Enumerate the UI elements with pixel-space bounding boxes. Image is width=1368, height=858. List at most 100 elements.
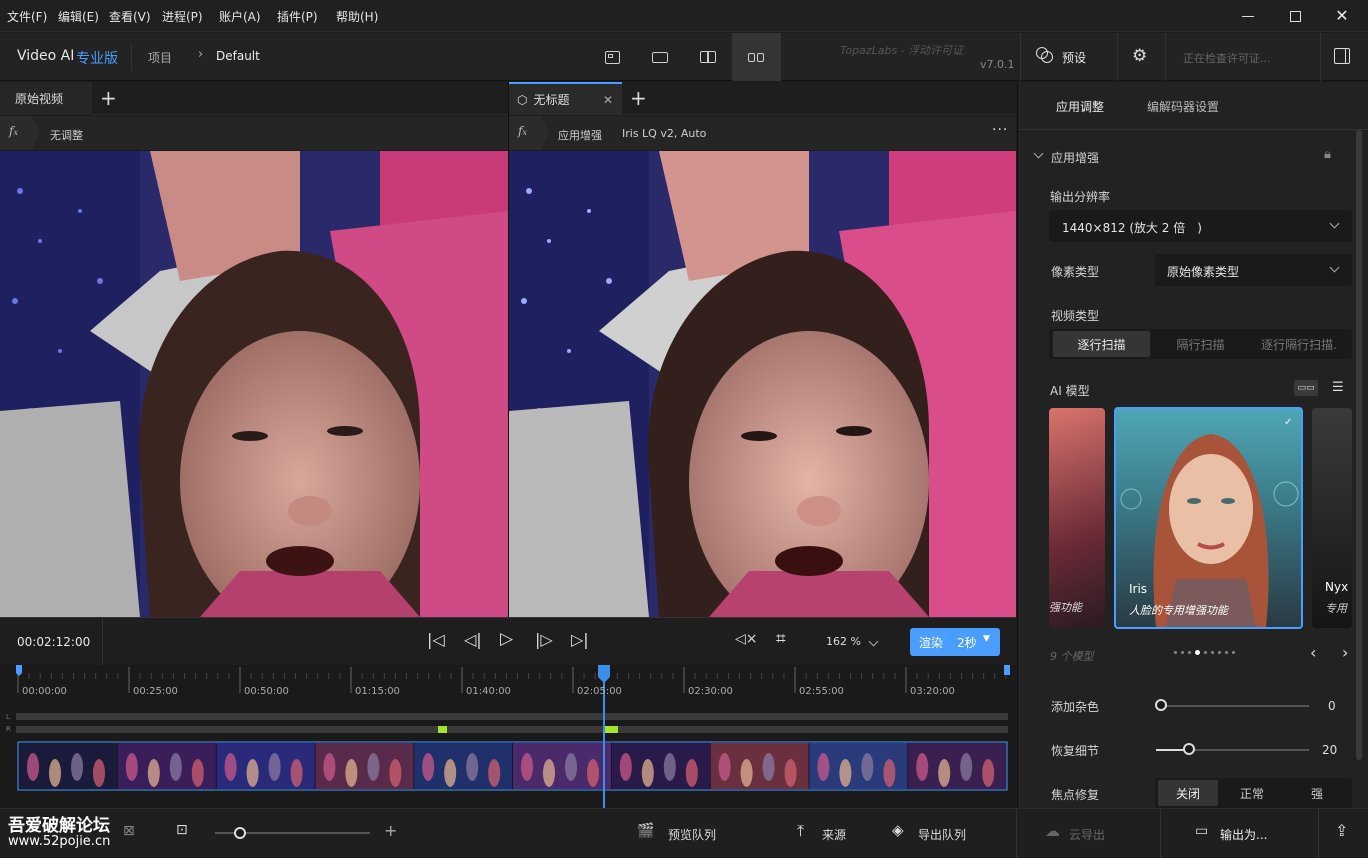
carousel-prev-icon[interactable]: ‹ xyxy=(1310,643,1316,662)
render-button[interactable]: 渲染 2秒 ▼ xyxy=(910,628,1000,656)
tab-codec-settings[interactable]: 编解码器设置 xyxy=(1147,98,1219,115)
section-collapse-icon[interactable] xyxy=(1033,148,1044,159)
next-frame-icon[interactable]: |▷ xyxy=(535,630,553,649)
prev-frame-icon[interactable]: ◁| xyxy=(464,630,482,649)
render-dropdown-icon[interactable]: ▼ xyxy=(983,634,990,644)
skip-start-icon[interactable]: |◁ xyxy=(427,630,445,649)
zoom-chevron-icon[interactable] xyxy=(868,636,879,647)
zoom-slider-knob[interactable] xyxy=(234,827,246,839)
view-side-by-side-icon[interactable] xyxy=(732,33,780,81)
source-upload-icon[interactable]: ⤒ xyxy=(797,821,804,841)
thumbnail-figure xyxy=(839,759,852,787)
thumbnail-figure xyxy=(71,753,83,781)
share-icon[interactable]: ⇪ xyxy=(1335,821,1348,840)
export-queue-button[interactable]: 导出队列 xyxy=(918,826,966,843)
focus-strong[interactable]: 强 xyxy=(1286,780,1348,806)
toggle-panel-icon[interactable] xyxy=(1334,48,1350,64)
tab-untitled[interactable]: ⬡ 无标题 ✕ xyxy=(509,82,622,115)
menu-account[interactable]: 账户(A) xyxy=(219,8,261,25)
tab-close-icon[interactable]: ✕ xyxy=(603,93,613,107)
menu-process[interactable]: 进程(P) xyxy=(162,8,203,25)
channel-l: L xyxy=(6,713,10,721)
thumbnail-figure xyxy=(861,753,874,781)
carousel-dots[interactable] xyxy=(1174,650,1235,655)
add-tab-right-icon[interactable]: + xyxy=(630,88,647,108)
model-card-nyx[interactable]: Nyx 专用 xyxy=(1312,408,1352,628)
menu-file[interactable]: 文件(F) xyxy=(7,8,47,25)
breadcrumb-default: Default xyxy=(216,49,260,63)
play-icon[interactable]: ▷ xyxy=(500,629,513,649)
timeline[interactable]: L R 00:00:00 00:25:00 00:50:00 01:15:00 01:4… xyxy=(0,665,1016,808)
recover-detail-label: 恢复细节 xyxy=(1051,744,1100,758)
tab-apply-adjust[interactable]: 应用调整 xyxy=(1056,98,1104,115)
minimize-icon[interactable] xyxy=(1238,6,1258,26)
tab-original-video[interactable]: 原始视频 xyxy=(0,82,92,115)
view-full-icon[interactable] xyxy=(636,33,684,81)
model-iris-name: Iris xyxy=(1129,582,1148,596)
thumbnail-figure xyxy=(345,759,358,787)
timecode: 00:02:12:00 xyxy=(17,635,91,649)
settings-gear-icon[interactable]: ⚙ xyxy=(1132,46,1147,66)
close-icon[interactable]: ✕ xyxy=(1332,6,1352,26)
view-single-icon[interactable] xyxy=(588,33,636,81)
model-card-iris[interactable]: ✓ Iris 人脸的专用增强功能 xyxy=(1114,407,1303,629)
thumbnail-figure xyxy=(27,753,39,781)
menu-view[interactable]: 查看(V) xyxy=(109,8,151,25)
timeline-tick-label: 00:25:00 xyxy=(133,686,178,697)
source-button[interactable]: 来源 xyxy=(822,826,846,843)
original-video-frame xyxy=(0,151,508,617)
cloud-export-button[interactable]: 云导出 xyxy=(1069,826,1105,843)
output-res-select[interactable]: 1440×812 (放大 2 倍 ) xyxy=(1049,210,1352,242)
lock-icon[interactable]: 🔒︎ xyxy=(1324,147,1331,162)
video-type-progressive-interlaced[interactable]: 逐行隔行扫描. xyxy=(1249,331,1349,357)
grid-view-icon[interactable]: ▭▭ xyxy=(1294,380,1318,396)
folder-export-icon[interactable]: ▭ xyxy=(1195,823,1208,839)
maximize-icon[interactable] xyxy=(1285,6,1305,26)
export-queue-icon[interactable]: ◈ xyxy=(892,821,904,839)
zoom-fit-icon[interactable]: ⊡ xyxy=(176,822,188,838)
preview-queue-icon[interactable]: 🎬 xyxy=(637,823,654,839)
recover-detail-knob[interactable] xyxy=(1183,743,1195,755)
mute-icon[interactable]: ◁× xyxy=(735,631,758,647)
focus-fix-segment: 关闭 正常 强 xyxy=(1155,778,1352,808)
remove-icon[interactable]: ⊠ xyxy=(123,823,135,839)
pixel-type-select[interactable]: 原始像素类型 xyxy=(1155,254,1352,286)
video-type-interlaced[interactable]: 隔行扫描 xyxy=(1152,331,1249,357)
thumbnail-figure xyxy=(389,759,402,787)
breadcrumb-project[interactable]: 项目 xyxy=(148,49,172,66)
preview-queue-button[interactable]: 预览队列 xyxy=(668,826,716,843)
forum-url: www.52pojie.cn xyxy=(8,834,111,849)
thumbnail-figure xyxy=(49,759,61,787)
crop-icon[interactable]: ⌗ xyxy=(776,629,786,649)
add-tab-icon[interactable]: + xyxy=(100,88,117,108)
render-time: 2秒 xyxy=(957,636,977,650)
menu-plugins[interactable]: 插件(P) xyxy=(277,8,318,25)
zoom-in-icon[interactable]: + xyxy=(384,821,397,840)
add-noise-slider[interactable] xyxy=(1156,705,1309,707)
menu-help[interactable]: 帮助(H) xyxy=(336,8,378,25)
export-as-button[interactable]: 输出为... xyxy=(1220,826,1267,843)
carousel-next-icon[interactable]: › xyxy=(1342,643,1348,662)
tab-original-label: 原始视频 xyxy=(15,92,64,106)
video-type-progressive[interactable]: 逐行扫描 xyxy=(1053,331,1150,357)
video-type-label: 视频类型 xyxy=(1051,309,1100,323)
breadcrumb-chevron-icon: › xyxy=(198,47,204,62)
skip-end-icon[interactable]: ▷| xyxy=(571,630,589,649)
more-options-icon[interactable]: ··· xyxy=(992,122,1008,138)
focus-normal[interactable]: 正常 xyxy=(1220,780,1284,806)
view-split-icon[interactable] xyxy=(684,33,732,81)
enhanced-frame-image xyxy=(509,151,1016,617)
preset-icon[interactable] xyxy=(1036,46,1056,66)
thumbnail-figure xyxy=(938,759,951,787)
panel-scrollbar[interactable] xyxy=(1356,130,1362,760)
menu-edit[interactable]: 编辑(E) xyxy=(58,8,99,25)
preset-button[interactable]: 预设 xyxy=(1062,49,1086,66)
fx-icon: fx xyxy=(9,124,18,138)
section-title[interactable]: 应用增强 xyxy=(1051,149,1099,166)
cloud-icon[interactable]: ☁ xyxy=(1045,822,1060,840)
model-card-left[interactable]: 强功能 xyxy=(1049,408,1105,628)
focus-off[interactable]: 关闭 xyxy=(1158,780,1218,806)
list-view-icon[interactable]: ☰ xyxy=(1332,380,1344,395)
add-noise-knob[interactable] xyxy=(1155,699,1167,711)
zoom-level[interactable]: 162 % xyxy=(826,635,861,648)
